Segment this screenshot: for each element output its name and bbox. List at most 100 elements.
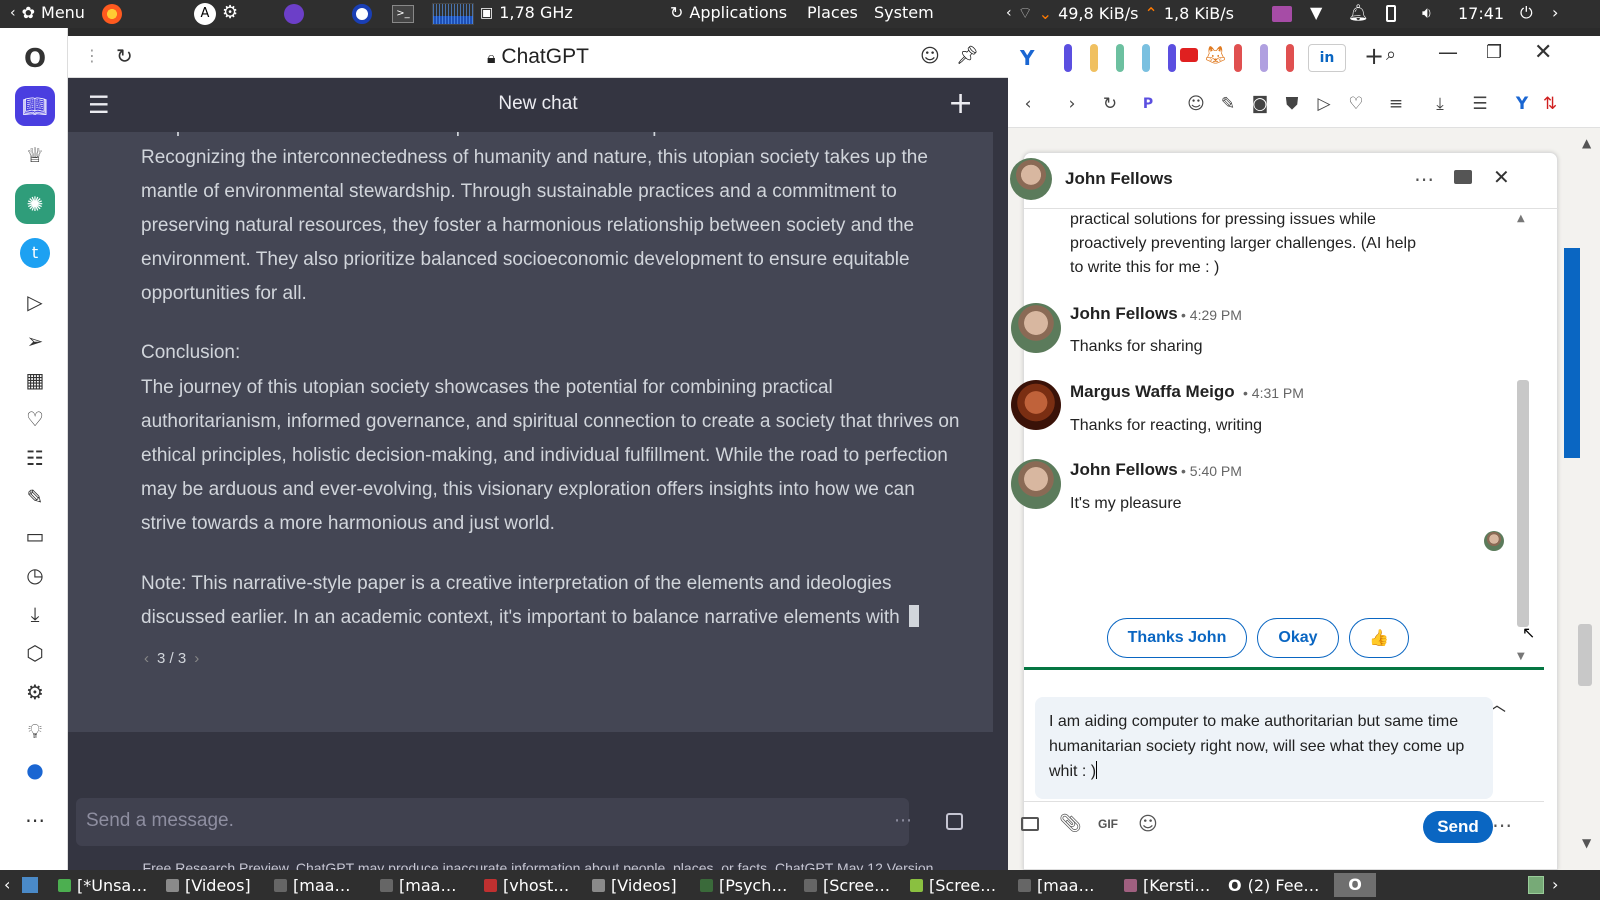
tab-marker[interactable]	[1260, 44, 1268, 72]
forward-icon[interactable]: ›	[1060, 92, 1084, 116]
taskbar-item[interactable]: [*Unsa…	[58, 874, 147, 896]
applications-menu[interactable]: ↻ Applications	[664, 3, 793, 22]
emoji-icon[interactable]: ☺	[1184, 92, 1208, 116]
taskbar-item[interactable]: [Scree…	[910, 874, 996, 896]
tab-marker[interactable]	[1168, 44, 1176, 72]
video-call-icon[interactable]	[1454, 170, 1472, 184]
accessibility-icon[interactable]: A	[194, 3, 216, 25]
edit-icon[interactable]: ✎	[15, 477, 55, 517]
extensions-cube-icon[interactable]: ⬡	[15, 633, 55, 673]
options-ellipsis-icon[interactable]: ⋯	[1414, 167, 1434, 191]
message-input[interactable]: Send a message.	[86, 810, 234, 832]
tab-marker[interactable]	[1116, 44, 1124, 72]
search-tabs-icon[interactable]: ⌕	[1386, 44, 1396, 65]
opera-logo-icon[interactable]: O	[15, 39, 55, 79]
more-options-icon[interactable]: ⋯	[894, 810, 912, 831]
easy-setup-icon[interactable]: ☰	[1468, 92, 1492, 116]
send-icon[interactable]: ▷	[1312, 92, 1336, 116]
profile-p-icon[interactable]: P	[1136, 92, 1160, 116]
pin-icon[interactable]: 📌︎	[956, 45, 979, 66]
maximize-icon[interactable]: ❐	[1486, 42, 1502, 63]
battery-icon[interactable]	[1386, 5, 1396, 22]
camera-icon[interactable]: ◙	[1248, 92, 1272, 116]
firefox-icon[interactable]	[102, 4, 122, 24]
page-scroll-down-icon[interactable]: ▼	[1582, 836, 1591, 850]
send-icon[interactable]: ➢	[15, 321, 55, 361]
lightbulb-icon[interactable]: 💡︎	[15, 711, 55, 751]
audio-meter-icon[interactable]	[1272, 6, 1292, 22]
taskbar-item[interactable]: [vhost…	[484, 874, 569, 896]
taskbar-item[interactable]: [Videos]	[592, 874, 677, 896]
send-button[interactable]: Send	[1423, 811, 1493, 843]
volume-icon[interactable]: 🔉︎	[1422, 3, 1432, 23]
page-scroll-up-icon[interactable]: ▲	[1582, 136, 1591, 150]
notification-bell-icon[interactable]: 🔔︎	[1348, 3, 1368, 22]
settings-icon[interactable]: ⚙	[222, 2, 238, 23]
sender-name[interactable]: John Fellows	[1070, 460, 1178, 480]
show-desktop-icon[interactable]	[22, 877, 38, 893]
heart-icon[interactable]: ♡	[1344, 92, 1368, 116]
message-composer[interactable]: Send a message. ⋯	[76, 798, 912, 846]
vivaldi-tab-icon[interactable]: Y	[1020, 46, 1034, 70]
youtube-tab-icon[interactable]	[1180, 48, 1198, 62]
history-icon[interactable]: ◷	[15, 555, 55, 595]
sender-avatar[interactable]	[1011, 303, 1061, 353]
more-icon[interactable]: ⋯	[15, 800, 55, 840]
taskbar-item[interactable]: [Scree…	[804, 874, 890, 896]
paperclip-icon[interactable]: 📎︎	[1059, 813, 1082, 834]
message-compose-input[interactable]: I am aiding computer to make authoritari…	[1035, 697, 1493, 799]
fox-tab-icon[interactable]: 🦊︎	[1204, 45, 1227, 66]
tab-marker[interactable]	[1142, 44, 1150, 72]
menu-button[interactable]: ‹ ✿ Menu	[4, 3, 91, 22]
sender-name[interactable]: John Fellows	[1070, 304, 1178, 324]
next-response-icon[interactable]: ›	[194, 650, 199, 667]
previous-response-icon[interactable]: ‹	[144, 650, 149, 667]
chat-scrollbar[interactable]	[993, 132, 1008, 732]
news-icon[interactable]: ☷	[15, 438, 55, 478]
chatgpt-icon[interactable]: ✺	[15, 184, 55, 224]
close-chat-icon[interactable]: ✕	[1493, 165, 1510, 189]
trash-icon[interactable]	[1528, 876, 1544, 894]
bookmarks-panel-icon[interactable]: 📖︎	[15, 86, 55, 126]
wifi-signal-icon[interactable]: ▼	[1310, 3, 1322, 22]
sender-name[interactable]: Margus Waffa Meigo	[1070, 382, 1235, 402]
quick-reply-thanks-john[interactable]: Thanks John	[1107, 618, 1247, 658]
image-attach-icon[interactable]	[1021, 817, 1039, 831]
page-scrollbar-thumb[interactable]	[1578, 624, 1592, 686]
new-tab-plus-icon[interactable]: +	[1364, 42, 1384, 70]
tab-marker[interactable]	[1286, 44, 1294, 72]
taskbar-item[interactable]: [Videos]	[166, 874, 251, 896]
taskbar-item[interactable]: [maa…	[1018, 874, 1094, 896]
new-chat-plus-icon[interactable]: +	[948, 86, 973, 121]
taskbar-item[interactable]: [Psych…	[700, 874, 787, 896]
tab-marker[interactable]	[1234, 44, 1242, 72]
battery-saver-icon[interactable]: ≡	[1384, 92, 1408, 116]
tab-marker[interactable]	[1090, 44, 1098, 72]
taskbar-item[interactable]: [maa…	[274, 874, 350, 896]
heart-icon[interactable]: ♡	[15, 399, 55, 439]
apps-grid-icon[interactable]: ▦	[15, 360, 55, 400]
tabs-icon[interactable]: ▭	[15, 516, 55, 556]
crown-icon[interactable]: ♕	[15, 135, 55, 175]
taskbar-item[interactable]: [maa…	[380, 874, 456, 896]
linkedin-tab-icon[interactable]: in	[1308, 44, 1346, 72]
back-icon[interactable]: ‹	[1016, 92, 1040, 116]
taskbar-scroll-right-icon[interactable]: ›	[1552, 875, 1558, 894]
chat-bubble-icon[interactable]: ●	[15, 750, 55, 790]
reload-icon[interactable]: ↻	[1098, 92, 1122, 116]
sender-avatar[interactable]	[1011, 380, 1061, 430]
podcast-icon[interactable]	[284, 4, 304, 24]
system-menu[interactable]: System	[868, 3, 940, 22]
tab-marker[interactable]	[1064, 44, 1072, 72]
quick-reply-okay[interactable]: Okay	[1257, 618, 1339, 658]
downloads-icon[interactable]: ⤓	[1428, 92, 1452, 116]
places-menu[interactable]: Places	[801, 3, 864, 22]
twitter-icon[interactable]: t	[15, 233, 55, 273]
extension-icon[interactable]: ⇅	[1538, 92, 1562, 116]
emoji-picker-icon[interactable]: ☺	[1138, 813, 1158, 835]
sender-avatar[interactable]	[1011, 459, 1061, 509]
minimize-icon[interactable]: —	[1438, 40, 1458, 64]
taskbar-item-active[interactable]: O	[1334, 873, 1376, 897]
quick-reply-thumbs-up[interactable]: 👍	[1349, 618, 1409, 658]
taskbar-item[interactable]: [Kersti…	[1124, 874, 1210, 896]
